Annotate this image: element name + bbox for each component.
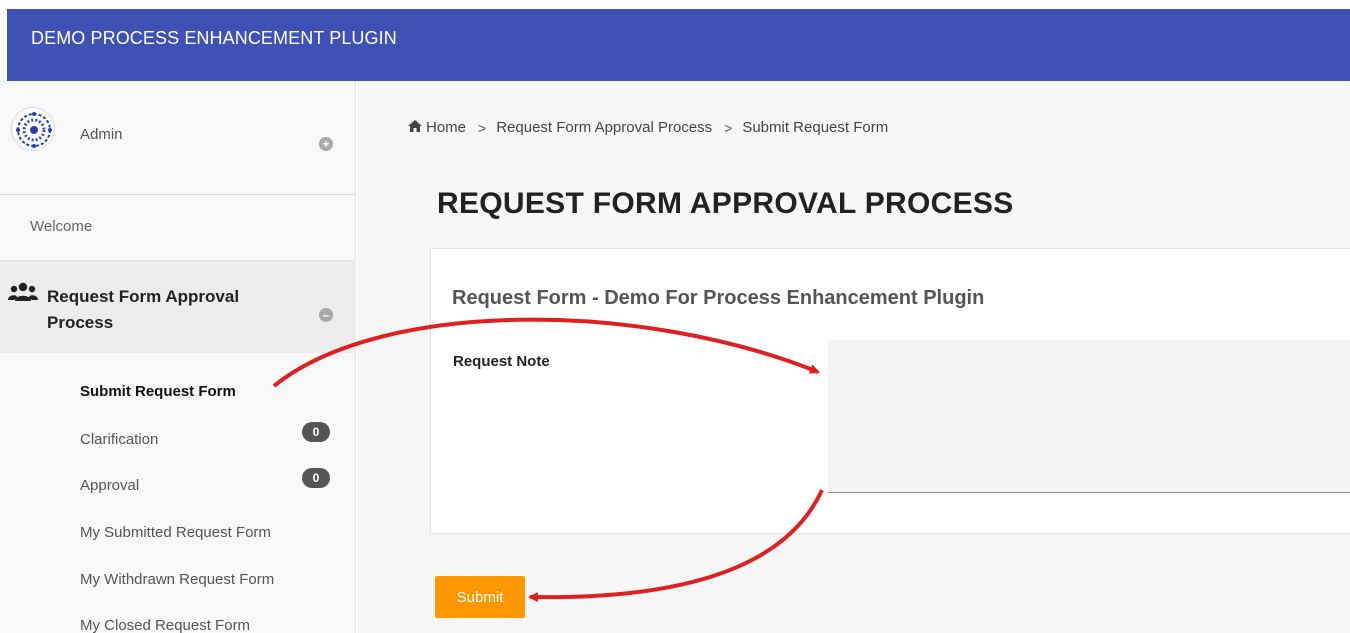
app-title: DEMO PROCESS ENHANCEMENT PLUGIN	[31, 28, 397, 48]
avatar[interactable]	[11, 107, 55, 151]
request-note-field[interactable]	[828, 340, 1350, 493]
approval-count-badge: 0	[302, 468, 330, 488]
breadcrumb-separator: >	[724, 119, 733, 136]
breadcrumb-current: Submit Request Form	[742, 119, 889, 136]
sidebar-item-approval[interactable]: Approval	[80, 477, 139, 494]
users-icon	[8, 282, 38, 309]
breadcrumb: Home > Request Form Approval Process > S…	[408, 119, 888, 136]
clarification-count-badge: 0	[302, 422, 330, 442]
sidebar-item-submit-request-form[interactable]: Submit Request Form	[80, 383, 236, 400]
sidebar-item-welcome[interactable]: Welcome	[0, 195, 356, 261]
sidebar-item-my-submitted[interactable]: My Submitted Request Form	[80, 524, 271, 541]
page-title: REQUEST FORM APPROVAL PROCESS	[437, 187, 1014, 220]
main-content: Home > Request Form Approval Process > S…	[357, 81, 1350, 633]
sidebar-section-request-form-approval[interactable]: Request Form Approval Process –	[0, 261, 356, 353]
submit-button[interactable]: Submit	[435, 576, 525, 618]
user-name[interactable]: Admin	[80, 126, 123, 143]
sidebar-item-my-closed[interactable]: My Closed Request Form	[80, 617, 250, 633]
expand-profile-icon[interactable]: +	[319, 137, 333, 151]
breadcrumb-process-link[interactable]: Request Form Approval Process	[496, 119, 712, 136]
home-icon	[408, 119, 422, 136]
breadcrumb-separator: >	[478, 119, 487, 136]
sidebar: Admin + Welcome Request Form Approval Pr…	[0, 81, 356, 633]
sidebar-section-title: Request Form Approval Process	[47, 287, 240, 332]
request-form-card: Request Form - Demo For Process Enhancem…	[430, 248, 1350, 534]
collapse-section-icon[interactable]: –	[319, 308, 333, 322]
sidebar-item-clarification[interactable]: Clarification	[80, 431, 158, 448]
form-title: Request Form - Demo For Process Enhancem…	[452, 287, 985, 309]
breadcrumb-home-link[interactable]: Home	[426, 119, 466, 136]
sidebar-item-label: Welcome	[30, 218, 93, 235]
request-note-label: Request Note	[453, 353, 550, 370]
user-profile: Admin +	[0, 81, 356, 195]
sidebar-item-my-withdrawn[interactable]: My Withdrawn Request Form	[80, 571, 274, 588]
top-bar: DEMO PROCESS ENHANCEMENT PLUGIN	[7, 9, 1350, 81]
